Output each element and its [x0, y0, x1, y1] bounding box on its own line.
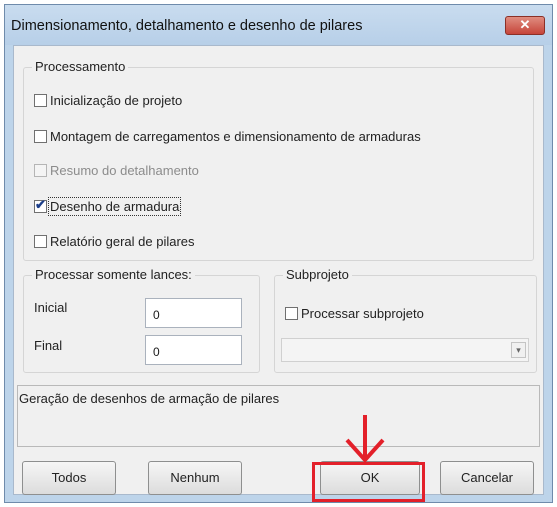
- lances-legend: Processar somente lances:: [32, 267, 195, 282]
- checkbox-label[interactable]: Desenho de armadura: [47, 196, 182, 216]
- checkbox-box[interactable]: [285, 306, 298, 320]
- checkbox-desenho[interactable]: ✔ Desenho de armadura: [34, 196, 182, 216]
- ok-highlight-box: [312, 462, 425, 502]
- inicial-label: Inicial: [34, 300, 68, 315]
- annotation-arrow-icon: [345, 415, 385, 463]
- checkbox-montagem[interactable]: Montagem de carregamentos e dimensioname…: [34, 127, 421, 145]
- checkbox-box: [34, 163, 47, 177]
- subprojeto-combo[interactable]: ▾: [281, 338, 529, 362]
- status-description: Geração de desenhos de armação de pilare…: [17, 385, 540, 447]
- window-title: Dimensionamento, detalhamento e desenho …: [11, 18, 363, 34]
- checkbox-inicializacao[interactable]: Inicialização de projeto: [34, 91, 182, 109]
- subprojeto-legend: Subprojeto: [283, 267, 352, 282]
- dialog-window: Dimensionamento, detalhamento e desenho …: [4, 4, 553, 503]
- inicial-input[interactable]: 0: [145, 298, 242, 328]
- checkbox-label[interactable]: Inicialização de projeto: [50, 93, 182, 108]
- checkbox-label: Resumo do detalhamento: [50, 162, 199, 178]
- checkbox-label[interactable]: Processar subprojeto: [301, 306, 424, 321]
- checkbox-box[interactable]: [34, 129, 47, 143]
- cancelar-button[interactable]: Cancelar: [440, 461, 534, 495]
- checkbox-label[interactable]: Montagem de carregamentos e dimensioname…: [50, 129, 421, 144]
- checkbox-box[interactable]: [34, 234, 47, 248]
- lances-group: Processar somente lances: Inicial 0 Fina…: [23, 267, 260, 373]
- processamento-group: Processamento Inicialização de projeto M…: [23, 59, 534, 261]
- final-label: Final: [34, 338, 63, 353]
- subprojeto-group: Subprojeto Processar subprojeto ▾: [274, 267, 537, 373]
- todos-button[interactable]: Todos: [22, 461, 116, 495]
- checkbox-label[interactable]: Relatório geral de pilares: [50, 234, 195, 249]
- checkbox-box[interactable]: ✔: [34, 196, 47, 213]
- final-input[interactable]: 0: [145, 335, 242, 365]
- chevron-down-icon[interactable]: ▾: [511, 342, 526, 358]
- checkbox-subprojeto[interactable]: Processar subprojeto: [285, 304, 424, 322]
- processamento-legend: Processamento: [32, 59, 129, 74]
- title-bar[interactable]: Dimensionamento, detalhamento e desenho …: [5, 5, 552, 45]
- checkbox-relatorio[interactable]: Relatório geral de pilares: [34, 232, 195, 250]
- nenhum-button[interactable]: Nenhum: [148, 461, 242, 495]
- dialog-body: Processamento Inicialização de projeto M…: [13, 45, 544, 495]
- checkbox-box[interactable]: [34, 93, 47, 107]
- close-button[interactable]: ✕: [505, 16, 545, 35]
- checkbox-resumo: Resumo do detalhamento: [34, 161, 199, 179]
- checkmark-icon: ✔: [35, 196, 46, 212]
